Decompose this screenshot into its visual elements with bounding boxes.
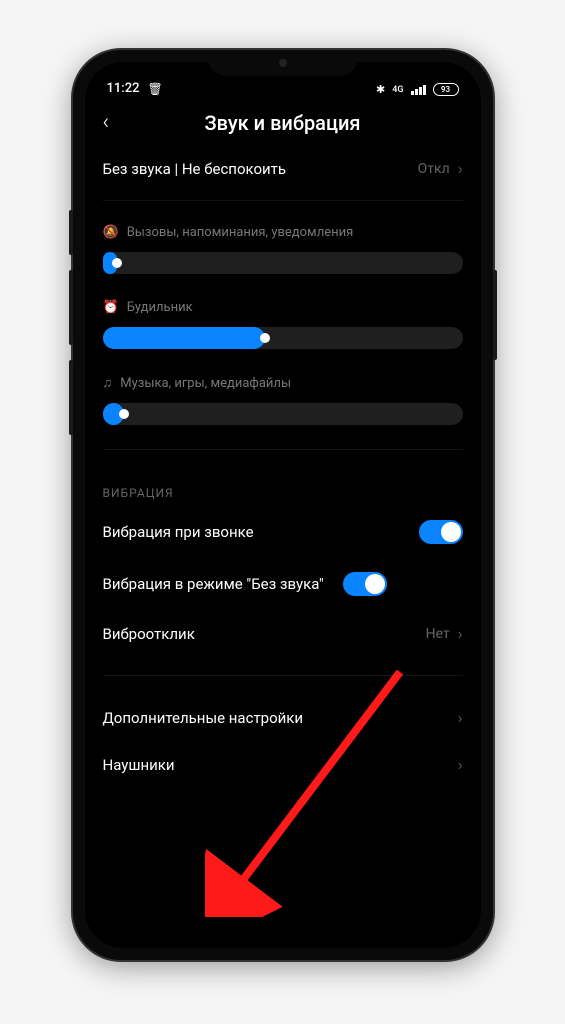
side-button bbox=[493, 270, 497, 360]
row-silent-dnd[interactable]: Без звука | Не беспокоить Откл › bbox=[103, 145, 463, 192]
phone-frame: 11:22 🗑 ✱ 4G 93 ‹ Звук и вибрация Без зв… bbox=[73, 50, 493, 960]
toggle-vibrate-on-call[interactable] bbox=[419, 520, 463, 544]
divider bbox=[103, 449, 463, 450]
row-label: Виброотклик bbox=[103, 625, 426, 643]
chevron-right-icon: › bbox=[458, 159, 463, 178]
trash-icon: 🗑 bbox=[147, 82, 162, 96]
section-heading-vibration: ВИБРАЦИЯ bbox=[103, 458, 463, 506]
page-title: Звук и вибрация bbox=[127, 111, 463, 135]
row-label: Без звука | Не беспокоить bbox=[103, 160, 418, 178]
row-label: Дополнительные настройки bbox=[103, 709, 458, 727]
slider-alarm: ⏰ Будильник bbox=[103, 284, 463, 359]
row-advanced-settings[interactable]: Дополнительные настройки › bbox=[103, 694, 463, 741]
slider-calls: 🔕 Вызовы, напоминания, уведомления bbox=[103, 209, 463, 284]
divider bbox=[103, 200, 463, 201]
row-label: Наушники bbox=[103, 756, 458, 774]
row-vibrate-on-silent[interactable]: Вибрация в режиме "Без звука" bbox=[103, 558, 463, 610]
row-label: Вибрация при звонке bbox=[103, 523, 419, 541]
side-button bbox=[69, 270, 73, 345]
slider-label: Вызовы, напоминания, уведомления bbox=[127, 225, 354, 240]
slider-thumb[interactable] bbox=[112, 258, 122, 268]
slider-label: Будильник bbox=[127, 300, 193, 315]
signal-icon bbox=[411, 85, 426, 95]
chevron-right-icon: › bbox=[458, 708, 463, 727]
bell-off-icon: 🔕 bbox=[103, 225, 119, 240]
back-button[interactable]: ‹ bbox=[103, 110, 127, 135]
row-label: Вибрация в режиме "Без звука" bbox=[103, 574, 343, 594]
notch bbox=[208, 50, 358, 76]
row-value: Откл bbox=[418, 161, 450, 177]
row-vibrate-on-call[interactable]: Вибрация при звонке bbox=[103, 506, 463, 558]
row-value: Нет bbox=[426, 626, 450, 642]
slider-alarm-track[interactable] bbox=[103, 327, 463, 349]
alarm-icon: ⏰ bbox=[103, 300, 119, 315]
slider-label: Музыка, игры, медиафайлы bbox=[120, 376, 291, 391]
music-icon: ♫ bbox=[103, 375, 113, 391]
divider bbox=[103, 675, 463, 676]
slider-fill bbox=[103, 327, 265, 349]
slider-media-track[interactable] bbox=[103, 403, 463, 425]
slider-thumb[interactable] bbox=[260, 333, 270, 343]
row-haptic-feedback[interactable]: Виброотклик Нет › bbox=[103, 610, 463, 657]
battery-icon: 93 bbox=[433, 83, 459, 96]
status-time: 11:22 bbox=[107, 81, 140, 96]
side-button bbox=[69, 210, 73, 255]
chevron-right-icon: › bbox=[458, 624, 463, 643]
network-label: 4G bbox=[392, 85, 403, 95]
screen: 11:22 🗑 ✱ 4G 93 ‹ Звук и вибрация Без зв… bbox=[85, 62, 481, 948]
header: ‹ Звук и вибрация bbox=[85, 96, 481, 145]
toggle-vibrate-on-silent[interactable] bbox=[343, 572, 387, 596]
slider-media: ♫ Музыка, игры, медиафайлы bbox=[103, 359, 463, 435]
slider-calls-track[interactable] bbox=[103, 252, 463, 274]
slider-thumb[interactable] bbox=[119, 409, 129, 419]
side-button bbox=[69, 360, 73, 435]
row-headphones[interactable]: Наушники › bbox=[103, 741, 463, 788]
chevron-right-icon: › bbox=[458, 755, 463, 774]
bluetooth-icon: ✱ bbox=[376, 83, 385, 96]
